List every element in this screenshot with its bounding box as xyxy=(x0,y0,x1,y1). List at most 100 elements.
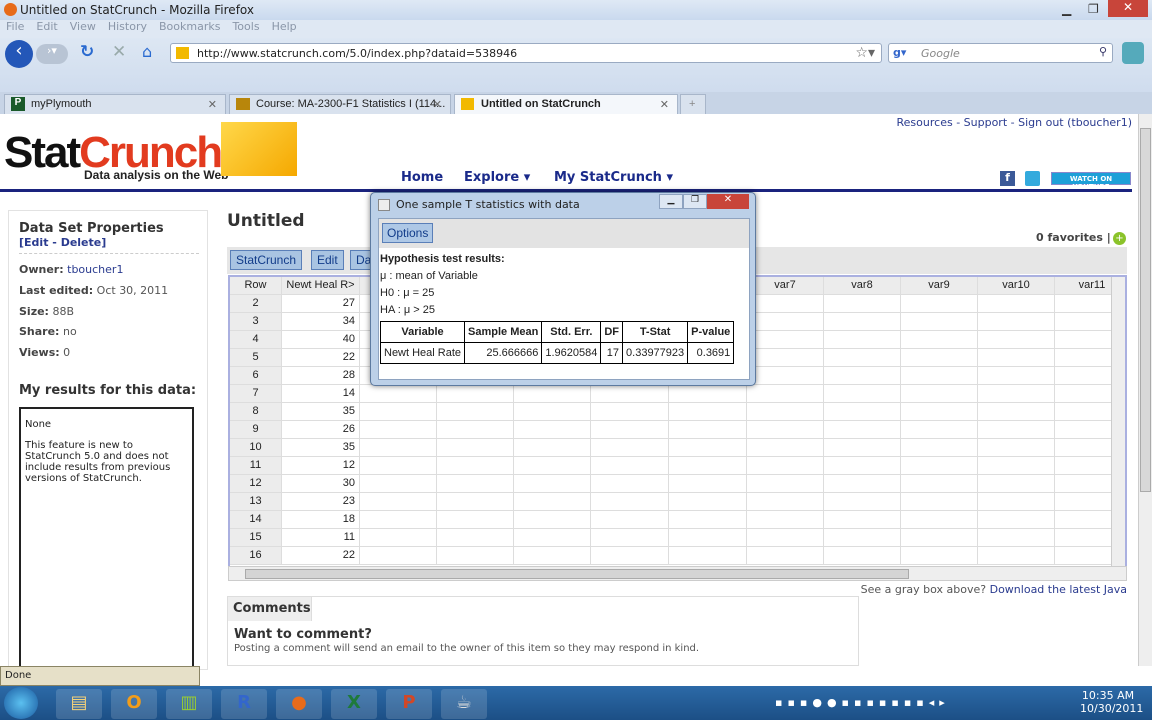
data-cell[interactable] xyxy=(437,511,514,529)
outlook-taskbar-icon[interactable]: O xyxy=(111,689,157,719)
data-cell[interactable] xyxy=(747,511,824,529)
close-tab-icon[interactable]: ✕ xyxy=(433,98,442,111)
data-cell[interactable] xyxy=(978,367,1055,385)
data-cell[interactable]: 40 xyxy=(282,331,360,349)
data-cell[interactable]: 35 xyxy=(282,403,360,421)
data-cell[interactable] xyxy=(591,493,669,511)
menu-view[interactable]: View xyxy=(70,20,96,33)
data-cell[interactable] xyxy=(514,403,591,421)
row-header[interactable]: 12 xyxy=(230,475,282,493)
search-input[interactable]: g▾ Google ⚲ xyxy=(888,43,1113,63)
clock[interactable]: 10:35 AM 10/30/2011 xyxy=(1080,689,1143,715)
data-cell[interactable] xyxy=(514,475,591,493)
data-cell[interactable] xyxy=(901,439,978,457)
data-cell[interactable] xyxy=(591,457,669,475)
data-cell[interactable] xyxy=(978,295,1055,313)
powerpoint-taskbar-icon[interactable]: P xyxy=(386,689,432,719)
java-taskbar-icon[interactable]: ☕ xyxy=(441,689,487,719)
tab-course[interactable]: Course: MA-2300-F1 Statistics I (114... ✕ xyxy=(229,94,451,114)
data-cell[interactable] xyxy=(747,295,824,313)
data-cell[interactable] xyxy=(978,331,1055,349)
data-cell[interactable] xyxy=(591,475,669,493)
data-cell[interactable] xyxy=(747,349,824,367)
data-cell[interactable] xyxy=(901,349,978,367)
row-header[interactable]: 10 xyxy=(230,439,282,457)
column-header[interactable]: var7 xyxy=(747,277,824,295)
search-icon[interactable]: ⚲ xyxy=(1099,45,1107,58)
data-cell[interactable] xyxy=(437,493,514,511)
data-cell[interactable] xyxy=(901,493,978,511)
url-input[interactable]: http://www.statcrunch.com/5.0/index.php?… xyxy=(170,43,882,63)
data-cell[interactable] xyxy=(591,529,669,547)
row-header[interactable]: 4 xyxy=(230,331,282,349)
data-cell[interactable] xyxy=(591,421,669,439)
row-header[interactable]: 8 xyxy=(230,403,282,421)
forward-button[interactable]: ›▾ xyxy=(36,44,68,64)
stop-icon[interactable]: ✕ xyxy=(112,42,126,62)
project-taskbar-icon[interactable]: ▥ xyxy=(166,689,212,719)
data-cell[interactable] xyxy=(978,313,1055,331)
data-cell[interactable] xyxy=(824,547,901,565)
data-cell[interactable] xyxy=(669,547,747,565)
row-header[interactable]: 3 xyxy=(230,313,282,331)
data-cell[interactable] xyxy=(669,439,747,457)
data-cell[interactable] xyxy=(824,385,901,403)
data-cell[interactable] xyxy=(978,385,1055,403)
maximize-button[interactable]: ❐ xyxy=(1088,2,1099,16)
data-cell[interactable] xyxy=(747,313,824,331)
data-cell[interactable] xyxy=(591,403,669,421)
data-cell[interactable] xyxy=(978,529,1055,547)
data-cell[interactable] xyxy=(747,331,824,349)
data-cell[interactable] xyxy=(437,475,514,493)
close-tab-icon[interactable]: ✕ xyxy=(208,98,217,111)
data-cell[interactable] xyxy=(824,313,901,331)
data-cell[interactable] xyxy=(901,529,978,547)
edit-menu-button[interactable]: Edit xyxy=(311,250,344,270)
data-cell[interactable] xyxy=(978,421,1055,439)
data-cell[interactable] xyxy=(360,421,437,439)
data-cell[interactable] xyxy=(824,349,901,367)
data-cell[interactable] xyxy=(591,547,669,565)
dialog-minimize-button[interactable]: ▁ xyxy=(659,194,683,209)
data-cell[interactable] xyxy=(360,547,437,565)
data-cell[interactable] xyxy=(514,421,591,439)
data-cell[interactable] xyxy=(901,295,978,313)
data-cell[interactable] xyxy=(437,403,514,421)
data-cell[interactable] xyxy=(437,457,514,475)
data-cell[interactable] xyxy=(824,403,901,421)
data-cell[interactable]: 26 xyxy=(282,421,360,439)
row-header[interactable]: 2 xyxy=(230,295,282,313)
data-cell[interactable] xyxy=(360,457,437,475)
data-cell[interactable] xyxy=(669,529,747,547)
new-tab-button[interactable]: + xyxy=(680,94,706,114)
row-header[interactable]: 9 xyxy=(230,421,282,439)
data-cell[interactable] xyxy=(360,493,437,511)
data-cell[interactable] xyxy=(901,475,978,493)
data-cell[interactable] xyxy=(824,511,901,529)
data-cell[interactable]: 18 xyxy=(282,511,360,529)
data-cell[interactable] xyxy=(514,493,591,511)
row-header[interactable]: 6 xyxy=(230,367,282,385)
data-cell[interactable] xyxy=(747,421,824,439)
data-cell[interactable] xyxy=(360,439,437,457)
delete-link[interactable]: Delete xyxy=(61,236,102,249)
data-cell[interactable] xyxy=(360,403,437,421)
data-cell[interactable] xyxy=(824,457,901,475)
data-cell[interactable] xyxy=(901,367,978,385)
row-header[interactable]: 7 xyxy=(230,385,282,403)
data-cell[interactable] xyxy=(747,439,824,457)
data-cell[interactable] xyxy=(514,511,591,529)
page-scrollbar[interactable] xyxy=(1138,114,1152,666)
data-cell[interactable] xyxy=(824,331,901,349)
statcrunch-menu-button[interactable]: StatCrunch xyxy=(230,250,303,270)
data-cell[interactable] xyxy=(669,421,747,439)
start-button[interactable] xyxy=(4,687,38,719)
data-cell[interactable] xyxy=(747,457,824,475)
data-cell[interactable] xyxy=(669,403,747,421)
data-cell[interactable] xyxy=(978,511,1055,529)
firefox-taskbar-icon[interactable]: ● xyxy=(276,689,322,719)
minimize-button[interactable]: ▁ xyxy=(1062,2,1071,16)
data-cell[interactable] xyxy=(747,385,824,403)
data-cell[interactable] xyxy=(978,547,1055,565)
data-cell[interactable]: 22 xyxy=(282,547,360,565)
